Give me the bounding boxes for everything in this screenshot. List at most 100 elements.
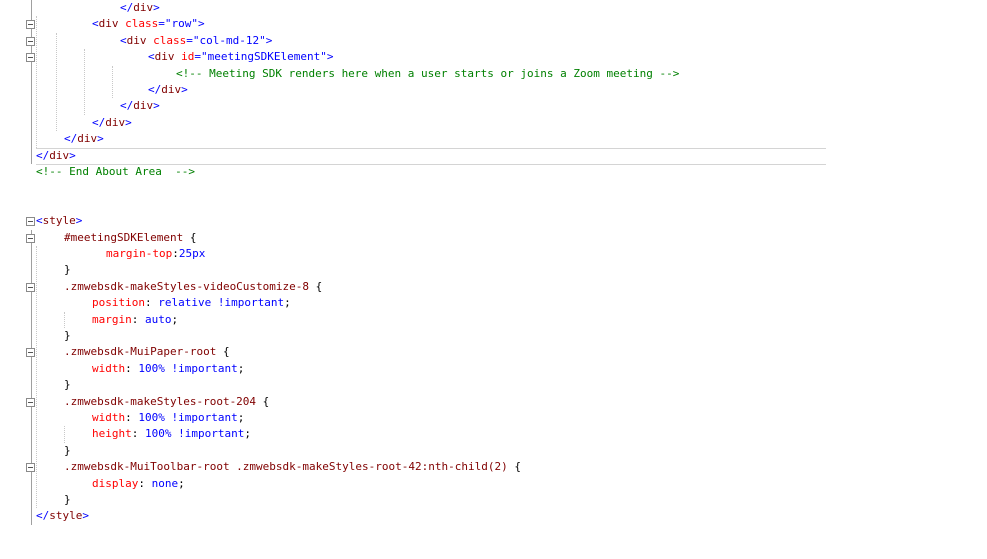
code-token: div	[133, 1, 154, 14]
indent-guide	[36, 246, 37, 509]
code-line[interactable]: }	[64, 328, 71, 344]
gutter-bar	[31, 229, 32, 525]
code-token: :	[131, 312, 145, 326]
code-line[interactable]: <!-- End About Area -->	[36, 164, 195, 180]
code-token: class	[153, 33, 187, 47]
collapse-icon[interactable]	[26, 397, 35, 407]
code-token: position	[92, 296, 145, 310]
code-token: </	[36, 148, 50, 162]
collapse-icon[interactable]	[26, 348, 35, 358]
code-line[interactable]: <!-- Meeting SDK renders here when a use…	[176, 66, 679, 82]
collapse-icon[interactable]	[26, 36, 35, 46]
code-token: ;	[237, 411, 245, 424]
code-token: div	[126, 33, 147, 47]
code-token: height	[92, 427, 132, 441]
code-token: >	[125, 115, 132, 129]
collapse-icon[interactable]	[26, 463, 35, 473]
code-token: "col-md-12"	[192, 33, 266, 47]
code-line[interactable]: </div>	[36, 148, 76, 164]
indent-guide	[112, 65, 113, 99]
code-line[interactable]: <style>	[36, 213, 82, 229]
code-token: {	[216, 345, 230, 359]
code-token: >	[265, 33, 273, 47]
code-line[interactable]: </div>	[92, 115, 132, 131]
code-line[interactable]: width: 100% !important;	[92, 410, 244, 426]
code-token: :	[172, 247, 179, 260]
indent-guide	[64, 311, 65, 328]
code-token: .zmwebsdk-makeStyles-videoCustomize-8	[64, 279, 310, 293]
code-token: {	[309, 279, 323, 293]
code-line[interactable]: width: 100% !important;	[92, 361, 244, 377]
code-token: 100% !important	[138, 361, 238, 375]
code-line[interactable]: margin-top:25px	[106, 246, 205, 262]
code-line[interactable]: <div id="meetingSDKElement">	[148, 49, 333, 65]
code-line[interactable]: </div>	[148, 82, 188, 98]
code-token: .zmwebsdk-makeStyles-root-204	[64, 394, 257, 408]
code-token: ;	[171, 312, 179, 326]
code-line[interactable]: <div class="col-md-12">	[120, 33, 272, 49]
code-line[interactable]: height: 100% !important;	[92, 426, 251, 442]
code-token: >	[198, 17, 205, 31]
code-token: ;	[284, 296, 291, 310]
collapse-icon[interactable]	[26, 233, 35, 243]
code-token: =	[158, 17, 165, 31]
collapse-icon[interactable]	[26, 282, 35, 292]
code-token: .zmwebsdk-MuiToolbar-root .zmwebsdk-make…	[64, 460, 508, 474]
code-token: >	[82, 509, 89, 523]
code-line[interactable]: margin: auto;	[92, 312, 178, 328]
code-token: {	[183, 230, 197, 244]
code-token: style	[42, 214, 76, 228]
code-token: }	[64, 378, 71, 392]
code-token: <	[120, 33, 127, 47]
code-token: none	[151, 476, 179, 490]
collapse-icon[interactable]	[26, 20, 35, 30]
code-line[interactable]: </div>	[120, 98, 160, 114]
indent-guide	[36, 16, 37, 148]
code-line[interactable]: <div class="row">	[92, 16, 205, 32]
code-line[interactable]: }	[64, 443, 71, 459]
collapse-icon[interactable]	[26, 53, 35, 63]
code-line[interactable]: #meetingSDKElement {	[64, 230, 196, 246]
code-token: div	[49, 148, 70, 162]
code-line[interactable]: position: relative !important;	[92, 295, 291, 311]
code-token: =	[194, 50, 201, 64]
code-line[interactable]: .zmwebsdk-makeStyles-videoCustomize-8 {	[64, 279, 322, 295]
code-line[interactable]: .zmwebsdk-MuiPaper-root {	[64, 344, 230, 360]
code-line[interactable]: display: none;	[92, 476, 185, 492]
code-line[interactable]: </div>	[64, 131, 104, 147]
code-token: </	[64, 132, 78, 146]
indent-guide	[84, 49, 85, 115]
code-token: <	[92, 17, 99, 31]
code-token: </	[36, 509, 50, 523]
code-token: "row"	[164, 17, 198, 31]
code-line[interactable]: }	[64, 377, 71, 393]
code-token: div	[133, 99, 154, 113]
code-token: class	[125, 17, 159, 31]
code-token: div	[77, 132, 98, 146]
code-token: >	[326, 50, 334, 64]
code-token: :	[138, 476, 152, 490]
code-token: :	[125, 411, 139, 424]
code-token: div	[161, 83, 182, 96]
code-token: <!-- End About Area -->	[36, 165, 195, 178]
code-token: 25px	[178, 247, 206, 260]
code-line[interactable]: </div>	[120, 0, 160, 16]
code-token: display	[92, 476, 139, 490]
code-token: style	[49, 509, 83, 523]
code-token: }	[64, 263, 71, 277]
code-line[interactable]: }	[64, 492, 71, 508]
code-token: div	[98, 17, 119, 31]
code-token: }	[64, 493, 71, 506]
code-token: >	[75, 214, 83, 228]
code-token: >	[97, 132, 104, 146]
code-token: 100% !important	[138, 411, 238, 424]
indent-guide	[64, 426, 65, 443]
code-line[interactable]: </style>	[36, 508, 89, 524]
collapse-icon[interactable]	[26, 217, 35, 227]
code-token: >	[153, 1, 160, 14]
code-token: margin	[92, 312, 132, 326]
code-line[interactable]: .zmwebsdk-makeStyles-root-204 {	[64, 394, 269, 410]
code-line[interactable]: .zmwebsdk-MuiToolbar-root .zmwebsdk-make…	[64, 459, 521, 475]
code-editor[interactable]: </div> <div class="row"> <div class="col-m…	[0, 0, 987, 559]
code-line[interactable]: }	[64, 262, 71, 278]
